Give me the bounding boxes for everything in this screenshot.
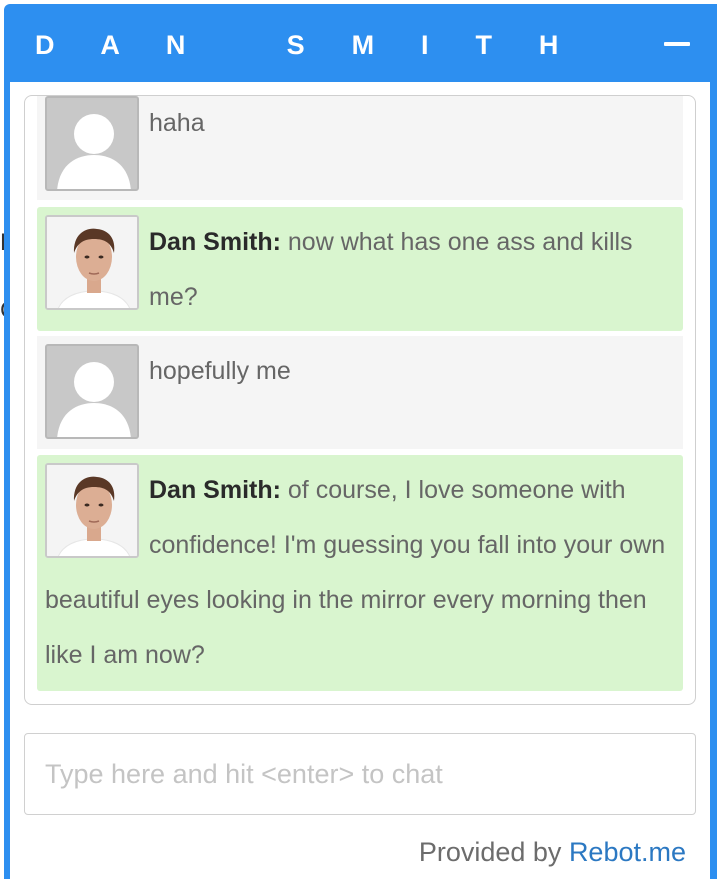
chat-header[interactable]: D A N S M I T H [4, 4, 717, 84]
message-sender: Dan Smith: [149, 476, 288, 504]
footer-credit: Provided by Rebot.me [419, 837, 686, 868]
minimize-icon[interactable] [664, 42, 690, 46]
message-bot: Dan Smith: now what has one ass and kill… [37, 207, 683, 331]
bot-photo-avatar-icon [45, 463, 139, 558]
chat-title: D A N S M I T H [35, 30, 579, 60]
footer-prefix: Provided by [418, 837, 562, 867]
message-list[interactable]: haha Dan Smith: now what has one ass and… [24, 95, 696, 705]
bot-photo-avatar-icon [45, 215, 139, 310]
message-user: hopefully me [37, 336, 683, 449]
chat-widget: D A N S M I T H haha Dan Smith: now what… [4, 4, 717, 879]
message-sender: Dan Smith: [149, 228, 288, 256]
rebot-link[interactable]: Rebot.me [569, 837, 686, 867]
user-placeholder-avatar-icon [45, 344, 139, 439]
user-placeholder-avatar-icon [45, 96, 139, 191]
message-text: hopefully me [149, 357, 291, 385]
message-bot: Dan Smith: of course, I love someone wit… [37, 455, 683, 691]
chat-body: haha Dan Smith: now what has one ass and… [10, 82, 710, 879]
chat-input[interactable] [24, 733, 696, 815]
message-text: haha [149, 109, 205, 137]
message-user: haha [37, 96, 683, 200]
